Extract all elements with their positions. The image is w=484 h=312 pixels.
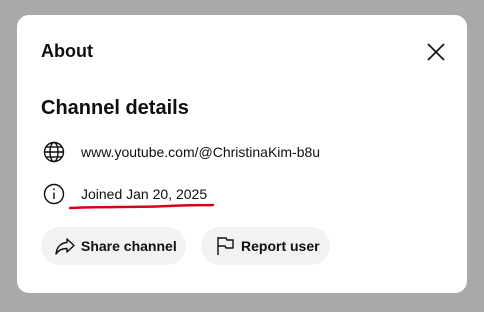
page-backdrop: t About Channel details www.youtube.com/…: [0, 0, 484, 312]
about-dialog: About Channel details www.youtube.com/@C…: [17, 15, 467, 293]
flag-icon: [213, 234, 237, 258]
share-channel-button[interactable]: Share channel: [41, 227, 186, 265]
globe-icon: [41, 139, 67, 165]
report-user-label: Report user: [241, 238, 320, 254]
red-underline-annotation: [69, 203, 214, 210]
info-icon: [41, 181, 67, 207]
close-button[interactable]: [421, 37, 451, 67]
share-icon: [53, 234, 77, 258]
channel-url-link[interactable]: www.youtube.com/@ChristinaKim-b8u: [81, 144, 320, 160]
close-icon: [427, 43, 445, 61]
joined-date-text: Joined Jan 20, 2025: [81, 186, 208, 202]
channel-url-row: www.youtube.com/@ChristinaKim-b8u: [41, 139, 320, 165]
channel-details-heading: Channel details: [41, 97, 189, 119]
report-user-button[interactable]: Report user: [201, 227, 330, 265]
share-channel-label: Share channel: [81, 238, 177, 254]
dialog-title: About: [41, 41, 93, 61]
